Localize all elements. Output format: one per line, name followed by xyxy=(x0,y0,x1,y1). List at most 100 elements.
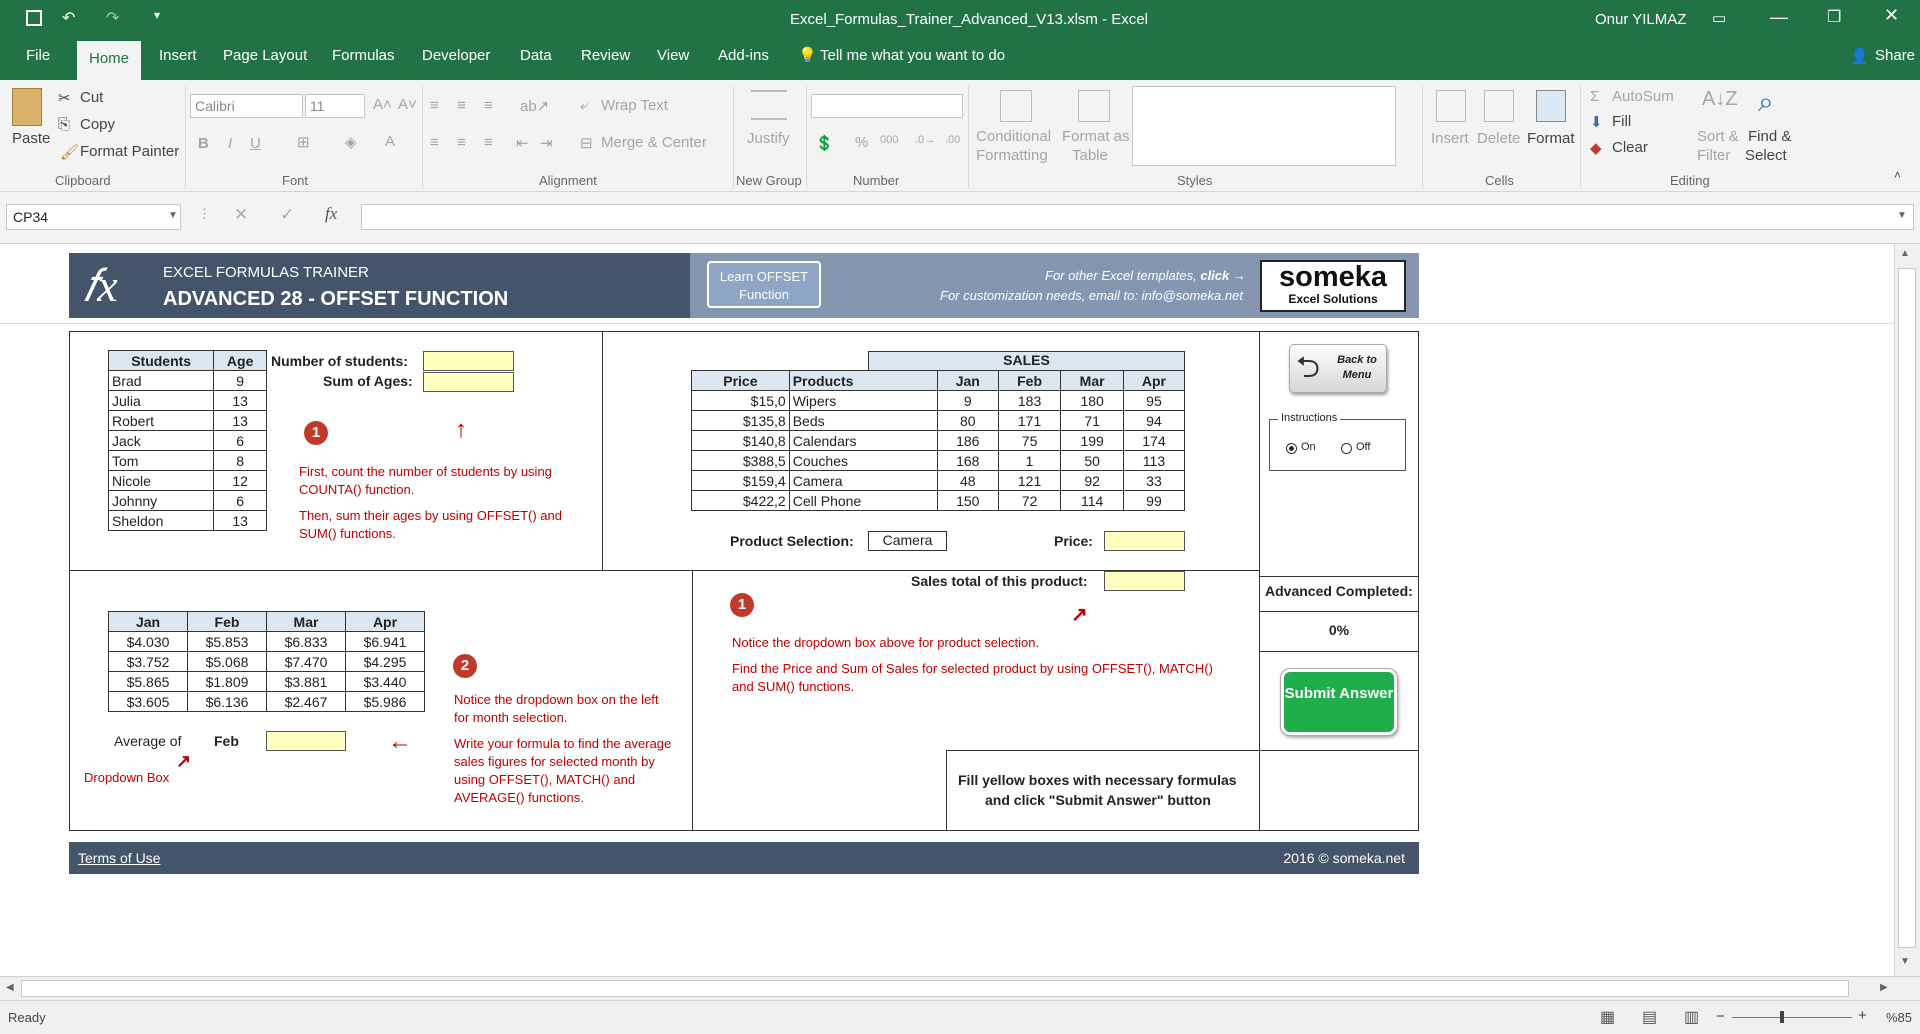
undo-icon[interactable]: ↶ xyxy=(62,8,75,28)
table-cell[interactable]: Calendars xyxy=(788,430,938,451)
restore-icon[interactable]: ❐ xyxy=(1827,7,1841,27)
cancel-icon[interactable]: ✕ xyxy=(234,205,248,225)
tab-formulas[interactable]: Formulas xyxy=(332,47,395,64)
product-dropdown[interactable]: Camera xyxy=(868,531,947,551)
font-color-icon[interactable]: A xyxy=(385,133,395,150)
accounting-format-icon[interactable]: 💲 xyxy=(815,134,834,152)
find-select-button[interactable]: Find & xyxy=(1748,128,1791,145)
align-center-icon[interactable]: ≡ xyxy=(457,134,466,151)
table-cell[interactable]: Camera xyxy=(788,470,938,491)
someka-logo[interactable]: someka Excel Solutions xyxy=(1260,260,1406,312)
table-cell[interactable]: $388,5 xyxy=(691,450,790,471)
zoom-in-icon[interactable]: + xyxy=(1858,1007,1867,1024)
format-painter-button[interactable]: Format Painter xyxy=(80,143,179,160)
student-age[interactable]: 8 xyxy=(213,450,267,471)
submit-answer-button[interactable]: Submit Answer xyxy=(1280,668,1398,736)
table-cell[interactable]: 72 xyxy=(997,490,1062,511)
table-cell[interactable]: 1 xyxy=(997,450,1062,471)
scroll-right-icon[interactable]: ▶ xyxy=(1880,982,1888,993)
italic-button[interactable]: I xyxy=(228,135,232,152)
delete-cells-button[interactable]: Delete xyxy=(1477,130,1520,147)
month-dropdown[interactable]: Feb xyxy=(214,733,239,749)
align-right-icon[interactable]: ≡ xyxy=(484,134,493,151)
table-cell[interactable]: $2.467 xyxy=(266,691,346,712)
table-cell[interactable]: $5.853 xyxy=(187,631,267,652)
ribbon-display-icon[interactable]: ▭ xyxy=(1712,9,1726,27)
zoom-out-icon[interactable]: − xyxy=(1716,1008,1725,1025)
table-cell[interactable]: 92 xyxy=(1060,470,1124,491)
table-cell[interactable]: $422,2 xyxy=(691,490,790,511)
student-name[interactable]: Sheldon xyxy=(107,510,215,531)
table-cell[interactable]: $159,4 xyxy=(691,470,790,491)
fill-button[interactable]: Fill xyxy=(1612,113,1631,130)
formula-input[interactable] xyxy=(361,204,1914,230)
table-cell[interactable]: 71 xyxy=(1060,410,1124,431)
table-cell[interactable]: 94 xyxy=(1122,410,1186,431)
redo-icon[interactable]: ↷ xyxy=(106,8,119,28)
back-to-menu-button[interactable]: ⮌ Back to Menu xyxy=(1289,344,1387,393)
table-cell[interactable]: 48 xyxy=(936,470,999,491)
font-size-select[interactable]: 11 xyxy=(305,94,365,118)
table-cell[interactable]: 99 xyxy=(1122,490,1186,511)
decrease-decimal-icon[interactable]: .00 xyxy=(945,134,960,146)
justify-icon[interactable] xyxy=(751,90,787,120)
cut-icon[interactable]: ✂ xyxy=(58,89,71,107)
student-age[interactable]: 13 xyxy=(213,510,267,531)
table-cell[interactable]: 9 xyxy=(936,390,999,411)
table-cell[interactable]: $4.030 xyxy=(108,631,188,652)
table-cell[interactable]: 150 xyxy=(936,490,999,511)
vertical-scrollbar[interactable]: ▲ ▼ xyxy=(1894,244,1920,976)
table-cell[interactable]: $3.605 xyxy=(108,691,188,712)
bold-button[interactable]: B xyxy=(198,135,209,152)
name-box[interactable]: CP34 xyxy=(6,204,181,230)
average-input[interactable] xyxy=(266,731,346,751)
tab-developer[interactable]: Developer xyxy=(422,47,490,64)
student-name[interactable]: Brad xyxy=(107,370,215,391)
sort-filter-icon[interactable]: A↓Z xyxy=(1702,88,1738,111)
find-select-button-2[interactable]: Select xyxy=(1745,147,1787,164)
table-cell[interactable]: $6.833 xyxy=(266,631,346,652)
tab-home[interactable]: Home xyxy=(77,41,142,80)
table-cell[interactable]: 168 xyxy=(936,450,999,471)
table-cell[interactable]: $5.865 xyxy=(108,671,188,692)
autosum-icon[interactable]: Σ xyxy=(1590,88,1599,105)
borders-icon[interactable]: ⊞ xyxy=(297,133,310,151)
instructions-on-radio[interactable] xyxy=(1286,443,1297,454)
wrap-text-icon[interactable]: ⤶ xyxy=(580,97,588,114)
table-cell[interactable]: $4.295 xyxy=(345,651,425,672)
table-cell[interactable]: Cell Phone xyxy=(788,490,938,511)
zoom-slider[interactable] xyxy=(1732,1017,1852,1018)
comma-style-icon[interactable]: 000 xyxy=(880,134,898,146)
tab-file[interactable]: File xyxy=(26,47,50,64)
table-cell[interactable]: 113 xyxy=(1122,450,1186,471)
conditional-formatting-label-2[interactable]: Formatting xyxy=(976,147,1048,164)
delete-cells-icon[interactable] xyxy=(1484,90,1514,122)
table-cell[interactable]: 50 xyxy=(1060,450,1124,471)
other-templates-click[interactable]: click → xyxy=(1200,268,1246,283)
conditional-formatting-icon[interactable] xyxy=(1000,90,1032,122)
align-middle-icon[interactable]: ≡ xyxy=(457,97,466,114)
sort-filter-button[interactable]: Sort & xyxy=(1697,128,1739,145)
table-cell[interactable]: 75 xyxy=(997,430,1062,451)
table-cell[interactable]: $5.068 xyxy=(187,651,267,672)
sum-of-ages-input[interactable] xyxy=(423,372,514,392)
scroll-up-icon[interactable]: ▲ xyxy=(1900,248,1910,259)
save-icon[interactable] xyxy=(26,10,42,26)
underline-button[interactable]: U xyxy=(250,135,261,152)
merge-center-button[interactable]: Merge & Center xyxy=(601,134,707,151)
insert-cells-button[interactable]: Insert xyxy=(1431,130,1469,147)
table-cell[interactable]: $3.881 xyxy=(266,671,346,692)
table-cell[interactable]: $7.470 xyxy=(266,651,346,672)
insert-cells-icon[interactable] xyxy=(1436,90,1466,122)
table-cell[interactable]: Couches xyxy=(788,450,938,471)
student-age[interactable]: 12 xyxy=(213,470,267,491)
paste-button[interactable]: Paste xyxy=(12,130,50,147)
format-cells-icon[interactable] xyxy=(1536,90,1566,122)
table-cell[interactable]: 33 xyxy=(1122,470,1186,491)
increase-font-icon[interactable]: A˄ xyxy=(373,96,392,113)
zoom-level[interactable]: %85 xyxy=(1886,1010,1912,1025)
collapse-ribbon-icon[interactable]: ˄ xyxy=(1894,168,1901,182)
table-cell[interactable]: 180 xyxy=(1060,390,1124,411)
table-cell[interactable]: $135,8 xyxy=(691,410,790,431)
minimize-icon[interactable]: — xyxy=(1770,7,1788,28)
